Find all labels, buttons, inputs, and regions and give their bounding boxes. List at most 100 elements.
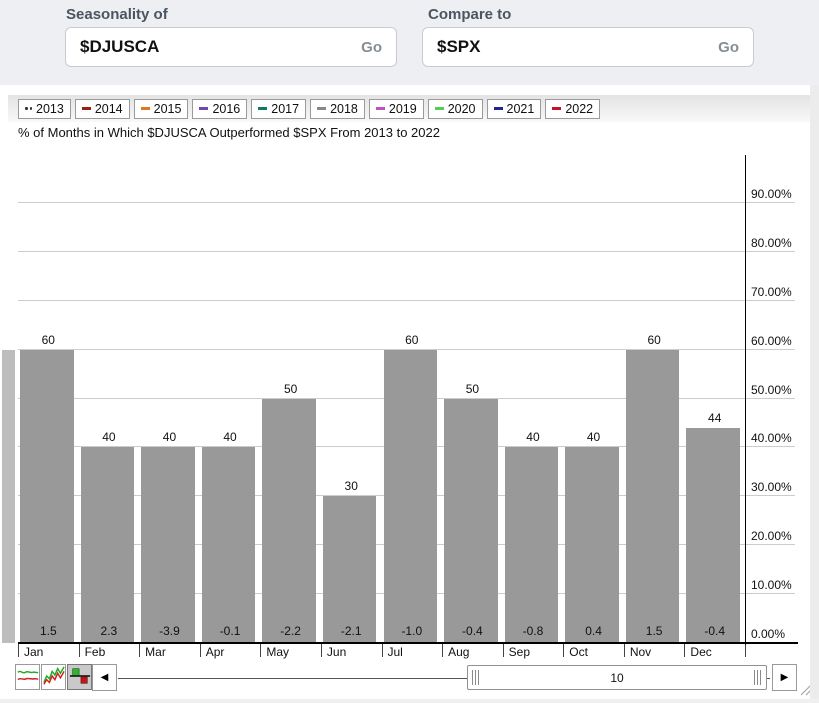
bar-aug xyxy=(444,399,498,644)
bar-sep xyxy=(505,447,559,643)
bar-baseline-label: -2.1 xyxy=(341,624,362,638)
x-axis-tick xyxy=(624,644,625,657)
dash-line-marker-icon xyxy=(317,107,326,110)
bar-value-label: 40 xyxy=(223,430,236,444)
x-axis-tick xyxy=(382,644,383,657)
legend-year-label: 2013 xyxy=(36,102,64,116)
bar-baseline-label: -0.1 xyxy=(220,624,241,638)
bar-jul xyxy=(384,350,438,643)
legend-year-2020[interactable]: 2020 xyxy=(428,99,483,119)
seasonality-go-button[interactable]: Go xyxy=(361,39,382,56)
x-axis-tick xyxy=(563,644,564,657)
bar-baseline-label: -1.0 xyxy=(401,624,422,638)
symbol-entry-header: Seasonality of Go Compare to Go xyxy=(0,0,819,85)
compare-input-box: Go xyxy=(422,27,754,67)
dash-line-marker-icon xyxy=(199,107,208,110)
gridline-70.00% xyxy=(18,300,795,301)
x-axis-tick xyxy=(442,644,443,657)
jagged-line-view-button[interactable] xyxy=(41,664,66,690)
x-axis-tick xyxy=(503,644,504,657)
legend-year-2019[interactable]: 2019 xyxy=(369,99,424,119)
bar-value-label: 60 xyxy=(405,333,418,347)
dot xyxy=(25,107,28,110)
y-axis-label: 10.00% xyxy=(751,578,792,592)
x-axis-tick xyxy=(684,644,685,657)
smooth-line-chart-icon xyxy=(17,665,39,690)
month-label-oct: Oct xyxy=(569,645,588,659)
compare-symbol-input[interactable] xyxy=(437,37,718,57)
bar-value-label: 50 xyxy=(284,382,297,396)
legend-year-2015[interactable]: 2015 xyxy=(134,99,189,119)
legend-year-2017[interactable]: 2017 xyxy=(251,99,306,119)
compare-to-label: Compare to xyxy=(428,6,511,23)
month-label-nov: Nov xyxy=(630,645,651,659)
y-axis-line xyxy=(745,155,746,645)
x-axis-tick xyxy=(200,644,201,657)
smooth-line-view-button[interactable] xyxy=(15,664,40,690)
legend-year-label: 2021 xyxy=(507,102,535,116)
year-legend-bar: 2013 2014 2015 2016 2017 2018 2019 2020 2021 2022 xyxy=(8,95,810,122)
month-label-jan: Jan xyxy=(24,645,43,659)
bottom-page-gutter xyxy=(0,699,819,703)
bar-value-label: 50 xyxy=(466,382,479,396)
x-axis-tick xyxy=(745,644,746,657)
thumb-left-grip-icon xyxy=(472,670,480,685)
compare-go-button[interactable]: Go xyxy=(718,39,739,56)
legend-year-label: 2016 xyxy=(212,102,240,116)
legend-year-2018[interactable]: 2018 xyxy=(310,99,365,119)
legend-year-label: 2022 xyxy=(565,102,593,116)
month-label-aug: Aug xyxy=(448,645,469,659)
bar-value-label: 40 xyxy=(587,430,600,444)
legend-year-2022[interactable]: 2022 xyxy=(545,99,600,119)
month-label-sep: Sep xyxy=(509,645,530,659)
bar-value-label: 40 xyxy=(163,430,176,444)
seasonality-symbol-input[interactable] xyxy=(80,37,361,57)
y-axis-label: 80.00% xyxy=(751,236,792,250)
y-axis-label: 20.00% xyxy=(751,529,792,543)
bar-nov xyxy=(626,350,680,643)
bar-value-label: 40 xyxy=(102,430,115,444)
y-axis-label: 0.00% xyxy=(751,627,785,641)
bar-baseline-label: 0.4 xyxy=(585,624,602,638)
month-label-may: May xyxy=(266,645,289,659)
thumb-right-grip-icon xyxy=(754,670,762,685)
legend-year-2013[interactable]: 2013 xyxy=(18,99,71,119)
dash-line-marker-icon xyxy=(376,107,385,110)
month-label-dec: Dec xyxy=(690,645,711,659)
bar-apr xyxy=(202,447,256,643)
bar-may xyxy=(262,399,316,644)
legend-year-2016[interactable]: 2016 xyxy=(192,99,247,119)
left-arrow-icon: ◀ xyxy=(101,672,109,683)
scroll-left-button[interactable]: ◀ xyxy=(92,664,117,691)
x-axis-tick xyxy=(321,644,322,657)
bar-baseline-label: -3.9 xyxy=(159,624,180,638)
seasonality-bars-icon xyxy=(69,665,91,690)
bar-feb xyxy=(81,447,135,643)
legend-year-2021[interactable]: 2021 xyxy=(487,99,542,119)
legend-year-label: 2019 xyxy=(389,102,417,116)
scroll-right-button[interactable]: ▶ xyxy=(772,664,797,691)
legend-year-label: 2017 xyxy=(271,102,299,116)
seasonality-bars-view-button[interactable] xyxy=(67,664,92,690)
month-label-feb: Feb xyxy=(85,645,106,659)
y-axis-label: 40.00% xyxy=(751,431,792,445)
bar-value-label: 60 xyxy=(647,333,660,347)
legend-year-label: 2018 xyxy=(330,102,358,116)
x-axis-tick xyxy=(260,644,261,657)
chart-title: % of Months in Which $DJUSCA Outperforme… xyxy=(18,125,440,140)
x-axis-tick xyxy=(79,644,80,657)
scrollbar-value: 10 xyxy=(610,671,623,685)
bar-value-label: 60 xyxy=(42,333,55,347)
y-axis-label: 70.00% xyxy=(751,285,792,299)
clipped-left-bar xyxy=(2,350,15,643)
gridline-80.00% xyxy=(18,251,795,252)
bar-value-label: 40 xyxy=(526,430,539,444)
right-arrow-icon: ▶ xyxy=(781,672,789,683)
dot xyxy=(30,107,33,110)
legend-year-label: 2015 xyxy=(154,102,182,116)
dash-line-marker-icon xyxy=(258,107,267,110)
legend-year-2014[interactable]: 2014 xyxy=(75,99,130,119)
dash-line-marker-icon xyxy=(552,107,561,110)
scrollbar-thumb[interactable]: 10 xyxy=(467,665,767,690)
bar-baseline-label: -0.4 xyxy=(704,624,725,638)
